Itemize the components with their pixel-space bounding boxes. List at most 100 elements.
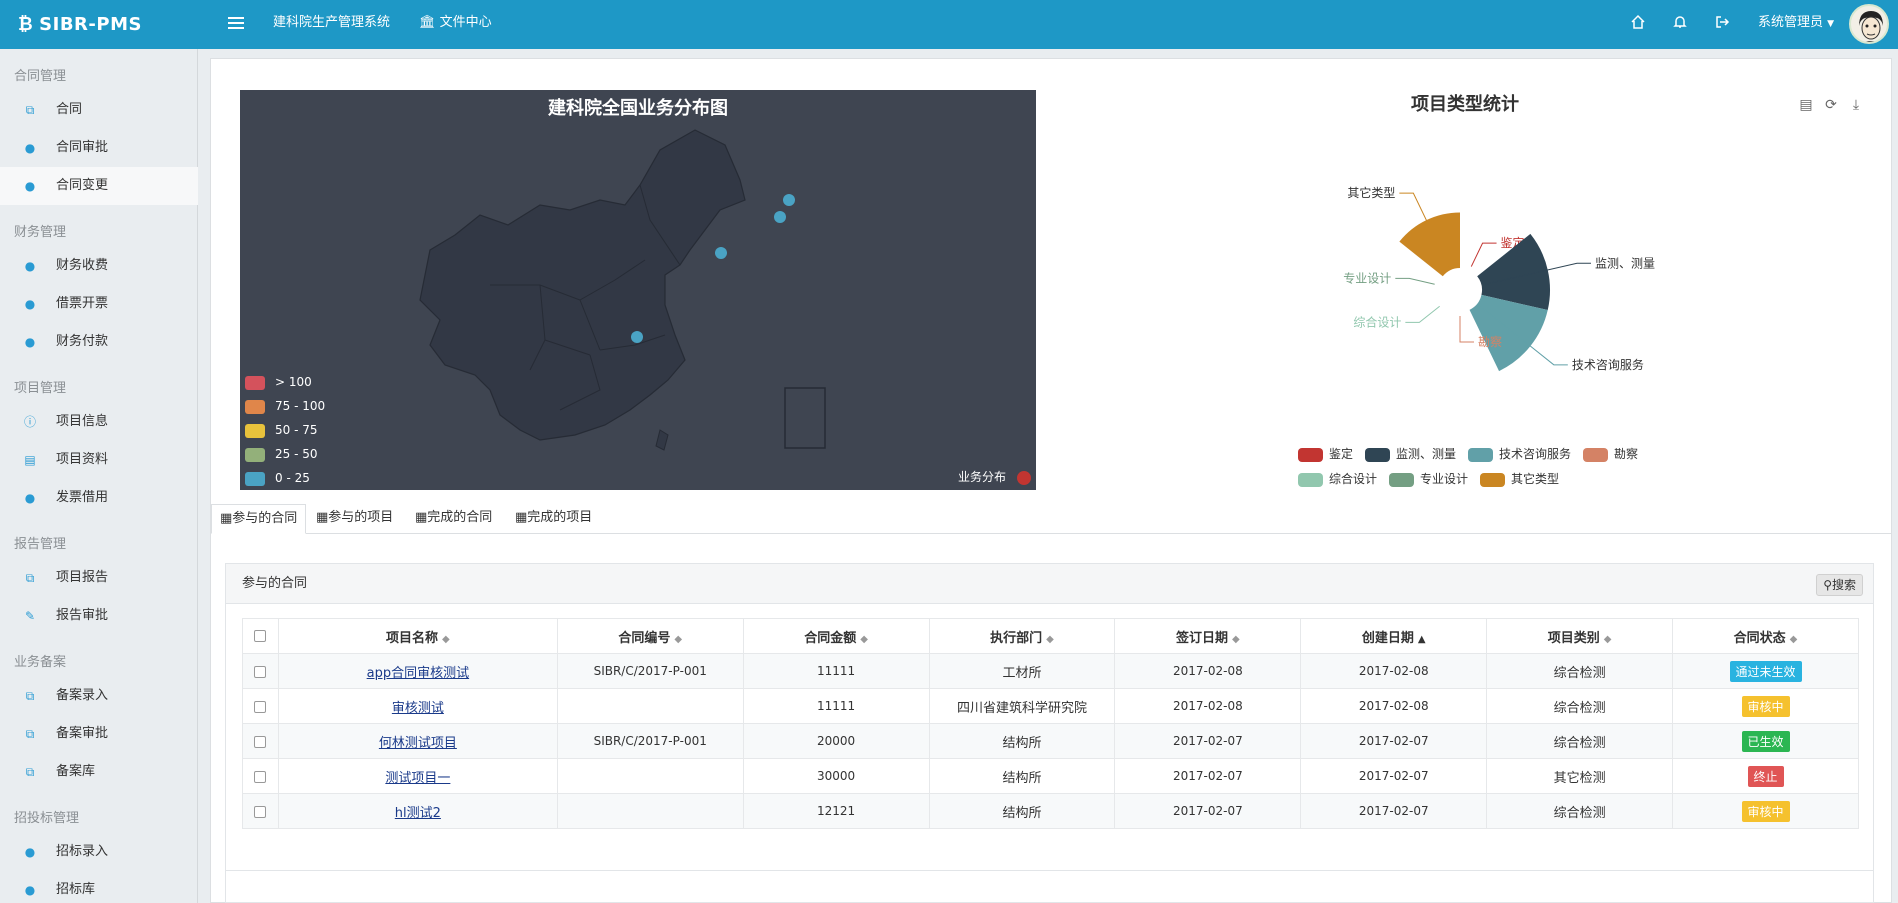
pie-legend-item[interactable]: 专业设计 (1389, 470, 1468, 487)
logout-icon[interactable] (1712, 14, 1732, 34)
sidebar-item-contract-approval[interactable]: ● 合同审批 (0, 129, 198, 167)
col-sign-date[interactable]: 签订日期 ◆ (1114, 618, 1302, 654)
sidebar-item-bid-library[interactable]: ● 招标库 (0, 871, 198, 903)
sidebar-item-report-approval[interactable]: ✎ 报告审批 (0, 597, 198, 635)
sidebar-item-invoice-borrow[interactable]: ● 发票借用 (0, 479, 198, 517)
pie-label-line (1470, 242, 1497, 267)
system-link[interactable]: 建科院生产管理系统 (273, 0, 390, 49)
table-icon: ▦ (415, 510, 428, 525)
copy-icon: ⧉ (25, 689, 35, 703)
status-cell: 审核中 (1672, 793, 1859, 829)
pie-legend-item[interactable]: 综合设计 (1298, 470, 1377, 487)
sort-icon: ◆ (1603, 633, 1612, 645)
map-legend-item[interactable]: 25 - 50 (245, 447, 318, 462)
user-icon: ● (24, 179, 36, 193)
pie-legend-item[interactable]: 鉴定 (1298, 445, 1353, 462)
sidebar-item-project-info[interactable]: ⓘ 项目信息 (0, 403, 198, 441)
pie-legend: 鉴定 监测、测量 技术咨询服务 勘察综合设计 专业设计 其它类型 (1298, 445, 1718, 495)
pie-slice[interactable] (1399, 212, 1460, 277)
sidebar-item-contract[interactable]: ⧉ 合同 (0, 91, 198, 129)
pie-legend-item[interactable]: 监测、测量 (1365, 445, 1456, 462)
pie-label-line (1459, 316, 1474, 343)
refresh-icon[interactable]: ⟳ (1822, 96, 1840, 114)
map-legend-item[interactable]: 75 - 100 (245, 399, 325, 414)
status-badge: 终止 (1747, 765, 1784, 787)
map-legend-item[interactable]: 50 - 75 (245, 423, 318, 438)
project-link[interactable]: 审核测试 (392, 701, 444, 716)
search-button[interactable]: ⚲搜索 (1816, 574, 1863, 596)
col-label: 合同状态 (1733, 630, 1786, 646)
data-view-icon[interactable]: ▤ (1797, 96, 1815, 114)
user-menu[interactable]: 系统管理员 ▼ (1758, 0, 1834, 49)
row-checkbox[interactable] (254, 700, 267, 713)
sidebar-item-filing-entry[interactable]: ⧉ 备案录入 (0, 677, 198, 715)
created-date-cell: 2017-02-07 (1300, 723, 1488, 759)
section-title-report: 报告管理 (14, 537, 67, 552)
col-name[interactable]: 项目名称 ◆ (277, 618, 558, 654)
business-map[interactable]: 建科院全国业务分布图 > 100 75 - 100 50 - 75 25 - 5… (240, 90, 1036, 490)
sidebar-item-contract-change[interactable]: ● 合同变更 (0, 167, 198, 205)
sidebar-item-payment[interactable]: ● 财务付款 (0, 323, 198, 361)
sidebar-item-label: 项目资料 (56, 452, 109, 467)
col-category[interactable]: 项目类别 ◆ (1486, 618, 1674, 654)
col-created-date[interactable]: 创建日期 ▲ (1300, 618, 1488, 654)
map-legend-item[interactable]: 0 - 25 (245, 471, 310, 486)
status-cell: 终止 (1672, 758, 1859, 794)
sidebar-item-invoice[interactable]: ● 借票开票 (0, 285, 198, 323)
pie-legend-item[interactable]: 勘察 (1583, 445, 1638, 462)
download-icon[interactable]: ⤓ (1847, 96, 1865, 114)
tab-completed-projects[interactable]: ▦完成的项目 (507, 504, 600, 534)
home-icon[interactable] (1628, 14, 1648, 34)
col-label: 创建日期 (1361, 630, 1414, 646)
col-dept[interactable]: 执行部门 ◆ (928, 618, 1116, 654)
table-header-row: 项目名称 ◆ 合同编号 ◆ 合同金额 ◆ 执行部门 ◆ 签订日期 ◆ 创建日期 ▲ 项目类别… (242, 618, 1859, 654)
select-all-checkbox[interactable] (254, 630, 267, 642)
sidebar-item-label: 财务收费 (56, 258, 109, 273)
map-legend-item[interactable]: > 100 (245, 375, 312, 390)
row-checkbox[interactable] (254, 665, 267, 678)
sign-date-cell: 2017-02-08 (1114, 653, 1302, 689)
sidebar-item-project-report[interactable]: ⧉ 项目报告 (0, 559, 198, 597)
pie-chart[interactable]: 鉴定监测、测量技术咨询服务勘察综合设计专业设计其它类型 (1260, 160, 1680, 420)
map-series-dot[interactable] (1017, 471, 1031, 485)
col-code[interactable]: 合同编号 ◆ (556, 618, 744, 654)
legend-label: 监测、测量 (1396, 447, 1457, 461)
row-checkbox[interactable] (254, 805, 267, 818)
project-link[interactable]: app合同审核测试 (367, 666, 469, 681)
sidebar-item-label: 招标录入 (56, 844, 109, 859)
legend-label: 0 - 25 (275, 471, 310, 485)
name-cell: 测试项目一 (277, 758, 558, 794)
search-icon: ⚲ (1823, 578, 1832, 592)
table-row: app合同审核测试 SIBR/C/2017-P-001 11111 工材所 20… (242, 653, 1859, 689)
project-link[interactable]: 何林测试项目 (379, 736, 457, 751)
user-icon: ● (24, 335, 36, 349)
map-series-label[interactable]: 业务分布 (958, 468, 1006, 485)
col-status[interactable]: 合同状态 ◆ (1672, 618, 1859, 654)
tab-projects[interactable]: ▦参与的项目 (308, 504, 401, 534)
china-map-shape (419, 129, 826, 451)
legend-swatch (245, 399, 265, 414)
file-center-link[interactable]: 🏛 文件中心 (419, 0, 492, 49)
col-amount[interactable]: 合同金额 ◆ (742, 618, 930, 654)
sign-date-cell: 2017-02-07 (1114, 758, 1302, 794)
user-icon: ● (24, 141, 36, 155)
tab-completed-contracts[interactable]: ▦完成的合同 (407, 504, 500, 534)
sidebar-item-finance-charge[interactable]: ● 财务收费 (0, 247, 198, 285)
project-link[interactable]: 测试项目一 (385, 771, 450, 786)
brand[interactable]: ₿ SIBR-PMS (18, 0, 142, 49)
menu-toggle-icon[interactable] (228, 17, 244, 31)
pie-label-line (1405, 305, 1440, 323)
sidebar-item-bid-entry[interactable]: ● 招标录入 (0, 833, 198, 871)
avatar[interactable] (1849, 4, 1889, 44)
sidebar-item-filing-approval[interactable]: ⧉ 备案审批 (0, 715, 198, 753)
pie-legend-item[interactable]: 技术咨询服务 (1468, 445, 1571, 462)
copy-icon: ⧉ (25, 103, 35, 117)
tab-contracts[interactable]: ▦参与的合同 (211, 504, 307, 534)
sidebar-item-filing-library[interactable]: ⧉ 备案库 (0, 753, 198, 791)
pie-legend-item[interactable]: 其它类型 (1480, 470, 1559, 487)
row-checkbox[interactable] (254, 735, 267, 748)
sidebar-item-project-docs[interactable]: ▤ 项目资料 (0, 441, 198, 479)
project-link[interactable]: hl测试2 (395, 806, 441, 821)
row-checkbox[interactable] (254, 770, 267, 783)
bell-icon[interactable] (1670, 14, 1690, 34)
